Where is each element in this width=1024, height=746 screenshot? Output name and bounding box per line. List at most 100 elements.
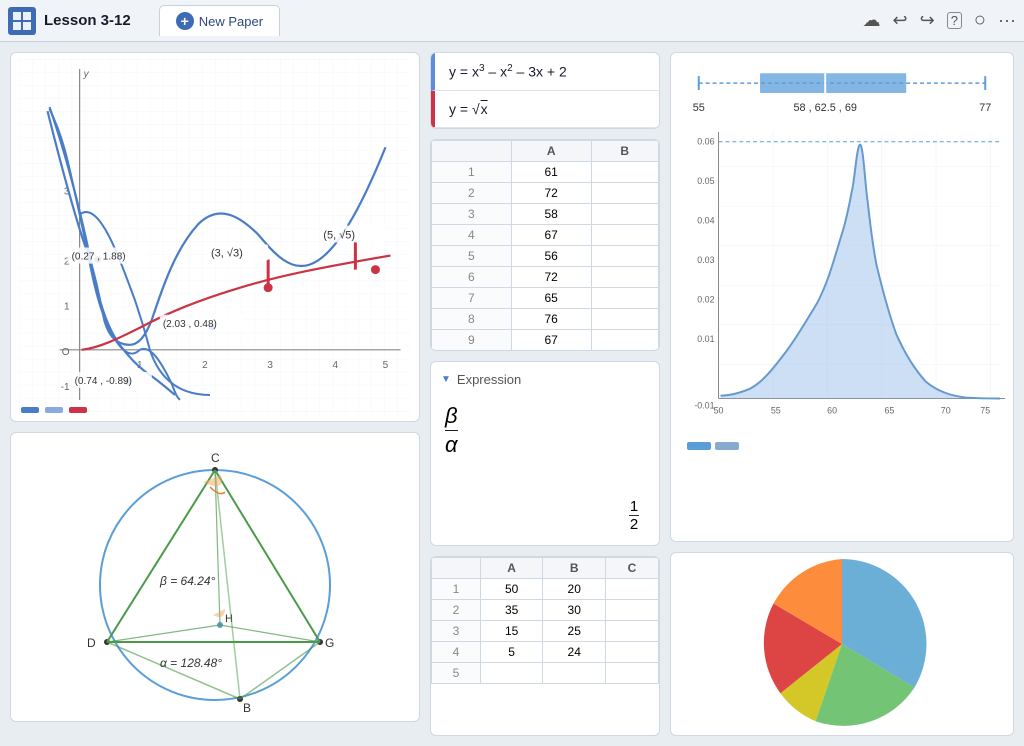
- cell: [606, 663, 659, 684]
- svg-text:C: C: [211, 451, 220, 465]
- svg-text:α = 128.48°: α = 128.48°: [160, 656, 222, 670]
- svg-text:65: 65: [884, 405, 894, 415]
- svg-text:0.02: 0.02: [697, 295, 714, 305]
- t2-col-c: C: [606, 558, 659, 579]
- graph-legend: [21, 402, 87, 413]
- frac-denominator: α: [445, 432, 458, 458]
- frac-numerator: β: [445, 403, 458, 429]
- expression-label: Expression: [457, 372, 521, 387]
- cell: [480, 663, 543, 684]
- svg-text:y: y: [83, 69, 90, 80]
- cell: [606, 621, 659, 642]
- expression-header: ▼ Expression: [441, 372, 649, 387]
- new-paper-tab[interactable]: + New Paper: [159, 5, 280, 36]
- cell: 25: [543, 621, 606, 642]
- svg-text:-1: -1: [61, 382, 70, 393]
- expression-value: 1 2: [629, 495, 639, 533]
- undo-icon[interactable]: ↩: [893, 10, 908, 31]
- help-icon[interactable]: ?: [947, 12, 962, 29]
- cell: [606, 600, 659, 621]
- table-row: 15020: [432, 579, 659, 600]
- cell: [591, 266, 658, 287]
- cell: [606, 642, 659, 663]
- redo-icon[interactable]: ↪: [920, 10, 935, 31]
- table1-panel: A B 16127235846755667276587696710551170: [430, 139, 660, 351]
- row-number: 8: [432, 308, 512, 329]
- svg-text:B: B: [243, 701, 251, 715]
- dist-legend-blue: [687, 442, 711, 450]
- cloud-icon[interactable]: ☁: [863, 10, 881, 31]
- cell: 67: [511, 224, 591, 245]
- pie-panel: [670, 552, 1014, 736]
- app-logo[interactable]: [8, 7, 36, 35]
- page-title: Lesson 3-12: [44, 12, 131, 29]
- right-column: 55 58 , 62.5 , 69 77 0.: [670, 52, 1014, 736]
- cell: 35: [480, 600, 543, 621]
- col-header-b: B: [591, 140, 658, 161]
- pie-svg: [752, 554, 932, 734]
- row-number: 6: [432, 266, 512, 287]
- cell: 15: [480, 621, 543, 642]
- equation-2-text: y = √x: [449, 101, 489, 117]
- svg-text:G: G: [325, 636, 334, 650]
- col-header-row: [432, 140, 512, 161]
- cell: [591, 245, 658, 266]
- row-number: 3: [432, 203, 512, 224]
- more-icon[interactable]: ···: [998, 10, 1016, 31]
- svg-text:0.06: 0.06: [697, 137, 714, 147]
- normal-dist-svg: 0.06 0.05 0.04 0.03 0.02 0.01 -0.01 50 5…: [679, 125, 1005, 435]
- row-number: 1: [432, 161, 512, 182]
- svg-text:O: O: [62, 347, 70, 358]
- svg-text:β = 64.24°: β = 64.24°: [159, 574, 216, 588]
- cell: 20: [543, 579, 606, 600]
- cell: 5: [480, 642, 543, 663]
- boxplot-svg: 55 58 , 62.5 , 69 77: [679, 61, 1005, 121]
- cell: [591, 329, 658, 350]
- cell: [591, 203, 658, 224]
- tab-label: New Paper: [199, 14, 263, 29]
- svg-text:55: 55: [771, 405, 781, 415]
- equations-panel: y = x3 – x2 – 3x + 2 y = √x: [430, 52, 660, 129]
- distribution-panel: 55 58 , 62.5 , 69 77 0.: [670, 52, 1014, 542]
- expression-arrow-icon: ▼: [441, 374, 451, 385]
- row-number: 1: [432, 579, 481, 600]
- svg-text:60: 60: [827, 405, 837, 415]
- svg-text:0.04: 0.04: [697, 216, 714, 226]
- circle-panel: C G B D H: [10, 432, 420, 722]
- svg-text:0.01: 0.01: [697, 334, 714, 344]
- cell: [543, 663, 606, 684]
- svg-text:77: 77: [979, 102, 991, 114]
- table2-panel: A B C 15020235303152545245: [430, 556, 660, 736]
- row-number: 7: [432, 287, 512, 308]
- svg-text:4: 4: [333, 360, 339, 371]
- cell: 72: [511, 182, 591, 203]
- table-row: 31525: [432, 621, 659, 642]
- table-row: 4524: [432, 642, 659, 663]
- cell: 58: [511, 203, 591, 224]
- table2-scroll[interactable]: A B C 15020235303152545245: [431, 557, 659, 735]
- cell: 56: [511, 245, 591, 266]
- svg-text:5: 5: [383, 360, 389, 371]
- svg-text:55: 55: [693, 102, 705, 114]
- equation-1-text: y = x3 – x2 – 3x + 2: [449, 63, 567, 80]
- expression-fraction: β α: [445, 403, 458, 459]
- row-number: 4: [432, 224, 512, 245]
- middle-column: y = x3 – x2 – 3x + 2 y = √x A B: [430, 52, 660, 736]
- svg-text:70: 70: [941, 405, 951, 415]
- row-number: 9: [432, 329, 512, 350]
- row-number: 5: [432, 245, 512, 266]
- equation-2: y = √x: [431, 91, 659, 128]
- cell: [591, 287, 658, 308]
- topbar-actions: ☁ ↩ ↪ ? ○ ···: [863, 9, 1017, 32]
- table1-scroll[interactable]: A B 16127235846755667276587696710551170: [431, 140, 659, 350]
- left-column: 3 2 1 O -1 1 2 3 4 5 y: [10, 52, 420, 736]
- cell: 61: [511, 161, 591, 182]
- col-header-a: A: [511, 140, 591, 161]
- expression-content: β α: [441, 395, 649, 467]
- table-row: 23530: [432, 600, 659, 621]
- table-row: 967: [432, 329, 659, 350]
- cell: [591, 308, 658, 329]
- legend-red: [69, 407, 87, 413]
- dist-legend-lightblue: [715, 442, 739, 450]
- account-icon[interactable]: ○: [974, 9, 986, 32]
